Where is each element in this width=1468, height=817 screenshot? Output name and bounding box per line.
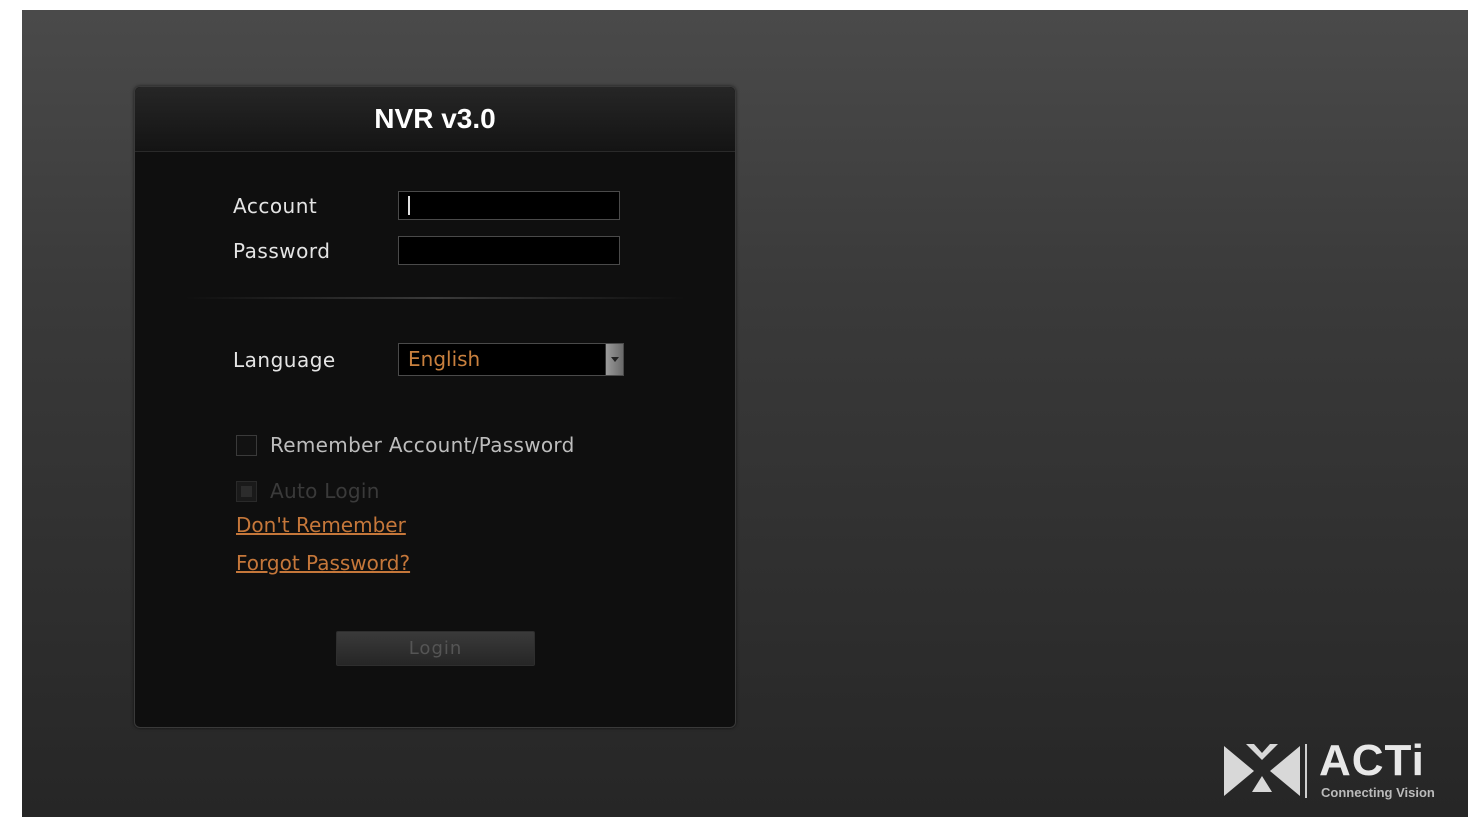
language-selected-value: English	[408, 347, 481, 371]
account-input[interactable]	[398, 191, 620, 220]
password-row: Password	[233, 236, 620, 265]
autologin-row: Auto Login	[236, 479, 380, 503]
logo-divider	[1305, 744, 1307, 798]
autologin-checkbox	[236, 480, 257, 502]
forgot-password-link[interactable]: Forgot Password?	[236, 551, 410, 575]
panel-header: NVR v3.0	[135, 87, 735, 152]
login-screen: NVR v3.0 Account Password Language Engli…	[22, 10, 1468, 817]
remember-row: Remember Account/Password	[236, 433, 575, 457]
dont-remember-link[interactable]: Don't Remember	[236, 513, 406, 537]
language-select[interactable]: English	[398, 343, 624, 376]
login-panel: NVR v3.0 Account Password Language Engli…	[134, 86, 736, 728]
remember-checkbox[interactable]	[236, 434, 257, 456]
account-row: Account	[233, 191, 620, 220]
brand-name: ACTi	[1319, 736, 1425, 785]
page-title: NVR v3.0	[374, 103, 496, 134]
remember-label: Remember Account/Password	[270, 433, 575, 457]
acti-bowtie-icon	[1224, 744, 1300, 796]
chevron-down-icon[interactable]	[605, 344, 623, 375]
password-input[interactable]	[398, 236, 620, 265]
text-caret	[408, 196, 410, 215]
login-button[interactable]: Login	[336, 631, 535, 666]
language-row: Language English	[233, 343, 624, 376]
divider	[185, 297, 685, 299]
acti-logo: ACTi Connecting Vision	[1222, 738, 1462, 804]
account-label: Account	[233, 193, 318, 218]
password-label: Password	[233, 238, 331, 263]
account-field-wrap	[398, 191, 620, 220]
brand-tagline: Connecting Vision	[1321, 785, 1435, 800]
autologin-label: Auto Login	[270, 479, 380, 503]
language-label: Language	[233, 347, 336, 372]
